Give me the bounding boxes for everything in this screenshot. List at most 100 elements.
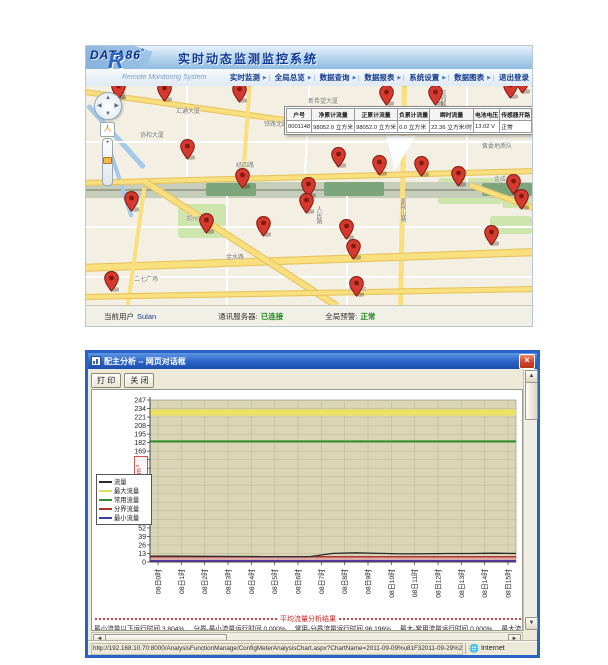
svg-text:08日9时: 08日9时: [364, 569, 373, 594]
street-label: 金水路: [226, 252, 244, 261]
vertical-scrollbar[interactable]: ▲ ▼: [523, 369, 537, 631]
summary-item: 最大-常用流量运行时间0.000%: [400, 626, 493, 631]
summary-item: 分界-最小流量运行时间0.000%: [193, 626, 286, 631]
svg-text:08日1时: 08日1时: [177, 569, 186, 594]
menu-item-7[interactable]: 退出登录: [496, 72, 532, 83]
dialog-title-text: 配主分析 -- 网页对话框: [104, 356, 186, 367]
site-marker-icon[interactable]: [235, 168, 250, 189]
svg-text:208: 208: [134, 423, 146, 430]
pan-left-icon[interactable]: ◀: [97, 103, 102, 109]
menu-item-5[interactable]: 系统设置: [406, 72, 442, 83]
site-marker-icon[interactable]: [484, 225, 499, 246]
menu-arrow-icon: ▶: [263, 75, 270, 81]
legend-label: 流量: [114, 477, 127, 486]
pan-up-icon[interactable]: ▲: [105, 95, 111, 101]
site-marker-icon[interactable]: [349, 276, 364, 297]
global-alarm-value: 正常: [360, 312, 375, 321]
table-header-cell: 负累计流量: [398, 109, 430, 121]
menu-items: 实时监测▶全局总览▶数据查询▶数据报表▶系统设置▶数据图表▶退出登录: [227, 72, 532, 83]
table-cell: 13.02 V: [474, 121, 500, 133]
map-pan-control[interactable]: ▲ ▼ ◀ ▶: [94, 92, 122, 120]
menu-item-2[interactable]: 全局总览: [272, 72, 308, 83]
site-marker-icon[interactable]: [180, 139, 195, 160]
table-cell: 98052.0 立方米: [355, 121, 398, 133]
app-logo-r-icon: R: [108, 50, 124, 69]
table-header-cell: 正累计流量: [355, 109, 398, 121]
dialog-content: 0132639526578911041171301431561691821952…: [91, 389, 523, 631]
zoom-in-icon[interactable]: +: [103, 139, 112, 147]
site-marker-icon[interactable]: [428, 86, 443, 106]
site-marker-icon[interactable]: [232, 86, 247, 103]
svg-text:08日15时: 08日15时: [504, 569, 513, 598]
menu-item-6[interactable]: 数据图表: [451, 72, 487, 83]
site-marker-icon[interactable]: [256, 216, 271, 237]
summary-item: 最大流量以上运行时间0.000: [502, 626, 523, 631]
svg-text:08日7时: 08日7时: [317, 569, 326, 594]
site-marker-icon[interactable]: [379, 86, 394, 106]
dialog-status-bar: http://192.168.10.70:8000/AnalysisFuncti…: [88, 641, 537, 655]
table-header-cell: 户号: [287, 109, 312, 121]
close-icon[interactable]: ×: [519, 354, 535, 369]
print-button[interactable]: 打 印: [91, 373, 121, 388]
site-marker-icon[interactable]: [372, 155, 387, 176]
scroll-down-icon[interactable]: ▼: [525, 617, 538, 630]
street-label: 人民路: [314, 206, 323, 224]
table-header-cell: 传感器开路: [500, 109, 532, 121]
legend-entry: 分界流量: [99, 504, 149, 513]
pan-down-icon[interactable]: ▼: [105, 111, 111, 117]
legend-entry: 流量: [99, 477, 149, 486]
menu-arrow-icon: ▶: [308, 75, 315, 81]
chart-legend: 流量最大流量常用流量分界流量最小流量: [96, 474, 152, 525]
menu-item-3[interactable]: 数据查询: [317, 72, 353, 83]
pan-right-icon[interactable]: ▶: [114, 103, 119, 109]
site-marker-icon[interactable]: [339, 219, 354, 240]
summary-item: 常用-分界流量运行时间96.196%: [295, 626, 391, 631]
logo-degree-mark: °: [141, 49, 145, 56]
globe-icon: 🌐: [469, 645, 479, 653]
site-marker-icon[interactable]: [514, 189, 529, 210]
comm-server-status: 通讯服务器:已连接: [218, 311, 283, 322]
street-label: 黄委地质队: [482, 141, 512, 150]
site-marker-icon[interactable]: [199, 213, 214, 234]
dialog-icon: [91, 356, 101, 366]
site-marker-icon[interactable]: [451, 166, 466, 187]
site-marker-icon[interactable]: [346, 239, 361, 260]
street-label: 汇通大厦: [176, 106, 200, 115]
zoom-slider-thumb[interactable]: [103, 157, 112, 164]
site-marker-icon[interactable]: [299, 193, 314, 214]
analysis-dialog-window: 配主分析 -- 网页对话框 × 打 印关 闭 01326395265789110…: [85, 350, 540, 658]
menu-item-4[interactable]: 数据报表: [361, 72, 397, 83]
svg-text:247: 247: [134, 398, 146, 405]
app-logo-subtitle: Remote Monitoring System: [86, 74, 227, 81]
site-marker-icon[interactable]: [515, 86, 530, 94]
vertical-scroll-thumb[interactable]: [525, 382, 538, 420]
meter-info-table: 户号净累计流量正累计流量负累计流量瞬时流量电池电压传感器开路传感器短路 0001…: [286, 108, 532, 133]
table-header-cell: 净累计流量: [312, 109, 355, 121]
svg-text:0: 0: [142, 560, 146, 567]
svg-text:08日6时: 08日6时: [294, 569, 303, 594]
site-marker-icon[interactable]: [124, 191, 139, 212]
close-button[interactable]: 关 闭: [124, 373, 154, 388]
map-zoom-slider[interactable]: +: [102, 138, 113, 186]
security-zone: 🌐 Internet: [465, 643, 535, 654]
svg-text:08日10时: 08日10时: [387, 569, 396, 598]
site-marker-icon[interactable]: [104, 271, 119, 292]
summary-value: 96.196%: [365, 626, 391, 631]
table-cell: 22.36 立方米/时: [430, 121, 474, 133]
menu-item-1[interactable]: 实时监测: [227, 72, 263, 83]
summary-item: 最小流量以下运行时间3.804%: [94, 626, 184, 631]
site-marker-icon[interactable]: [157, 86, 172, 102]
svg-text:13: 13: [138, 551, 146, 558]
summary-value: 3.804%: [162, 626, 184, 631]
menu-arrow-icon: ▶: [442, 75, 449, 81]
svg-text:08日4时: 08日4时: [247, 569, 256, 594]
site-marker-icon[interactable]: [414, 156, 429, 177]
site-marker-icon[interactable]: [331, 147, 346, 168]
streetview-icon[interactable]: 人: [100, 122, 115, 137]
separator-dots: [95, 618, 277, 620]
svg-text:26: 26: [138, 542, 146, 549]
legend-swatch: [99, 481, 112, 483]
map-canvas[interactable]: 山东大厦汇通大厦协和大厦新希望大厦铁路北路河南饭店花园路黄委地质队经四路郑州饭店…: [86, 86, 532, 306]
dialog-title-bar[interactable]: 配主分析 -- 网页对话框 ×: [88, 353, 537, 369]
table-cell: 98052.0 立方米: [312, 121, 355, 133]
